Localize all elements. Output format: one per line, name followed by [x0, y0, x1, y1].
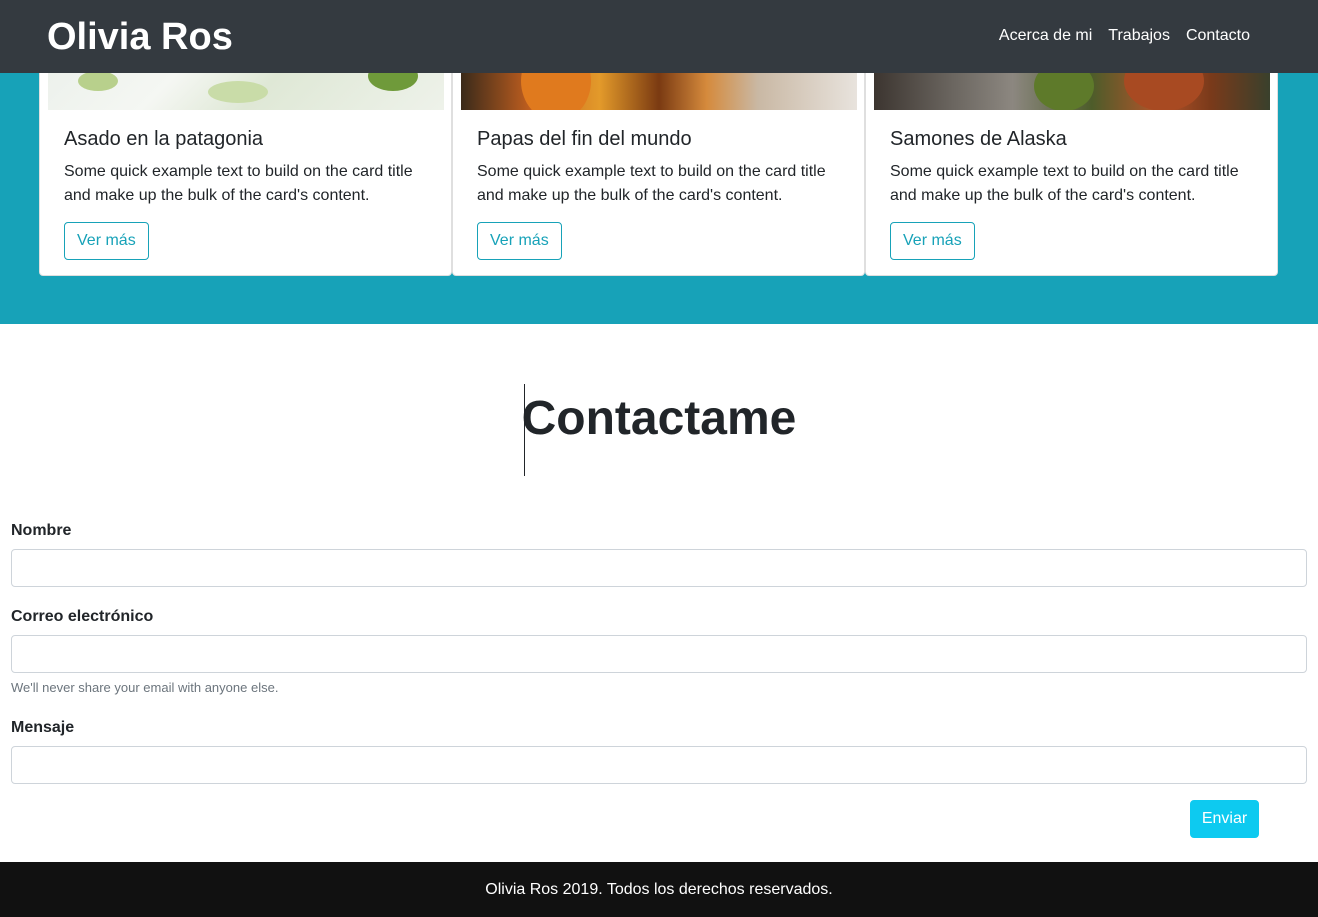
nav-link-contacto[interactable]: Contacto — [1186, 24, 1250, 48]
email-help-text: We'll never share your email with anyone… — [11, 680, 279, 695]
email-field[interactable] — [11, 635, 1307, 673]
name-field[interactable] — [11, 549, 1307, 587]
nav-link-acerca[interactable]: Acerca de mi — [999, 24, 1092, 48]
navbar: Olivia Ros Acerca de mi Trabajos Contact… — [0, 0, 1318, 73]
email-label: Correo electrónico — [11, 608, 154, 625]
nav-link-trabajos[interactable]: Trabajos — [1108, 24, 1170, 48]
message-field[interactable] — [11, 746, 1307, 784]
contact-title: Contactame — [521, 392, 797, 445]
nav-links: Acerca de mi Trabajos Contacto — [983, 24, 1250, 48]
name-label: Nombre — [11, 522, 72, 539]
card-body: Papas del fin del mundo Some quick examp… — [477, 125, 844, 208]
submit-button[interactable]: Enviar — [1190, 800, 1259, 838]
card-text: Some quick example text to build on the … — [890, 163, 1239, 204]
card-text: Some quick example text to build on the … — [477, 163, 826, 204]
message-label: Mensaje — [11, 719, 75, 736]
card-title: Papas del fin del mundo — [477, 128, 692, 150]
card-body: Samones de Alaska Some quick example tex… — [890, 125, 1257, 208]
footer-text: Olivia Ros 2019. Todos los derechos rese… — [485, 881, 833, 898]
footer: Olivia Ros 2019. Todos los derechos rese… — [0, 862, 1318, 917]
ver-mas-button[interactable]: Ver más — [477, 222, 562, 260]
ver-mas-button[interactable]: Ver más — [64, 222, 149, 260]
card-body: Asado en la patagonia Some quick example… — [64, 125, 431, 208]
card-title: Asado en la patagonia — [64, 128, 264, 150]
card-title: Samones de Alaska — [890, 128, 1067, 150]
card-text: Some quick example text to build on the … — [64, 163, 413, 204]
brand-link[interactable]: Olivia Ros — [47, 14, 233, 60]
ver-mas-button[interactable]: Ver más — [890, 222, 975, 260]
